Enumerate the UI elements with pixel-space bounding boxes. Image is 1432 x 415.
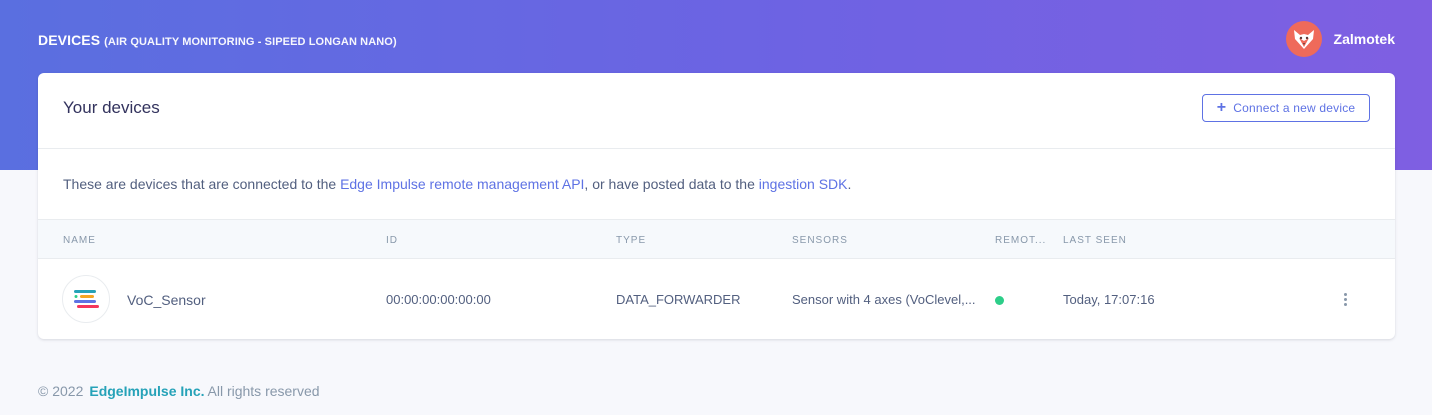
footer-copyright: © 2022 (38, 383, 84, 399)
column-header-last-seen[interactable]: LAST SEEN (1063, 235, 1127, 246)
column-header-name[interactable]: NAME (63, 235, 96, 246)
intro-text: These are devices that are connected to … (38, 149, 1395, 219)
page-subtitle: (AIR QUALITY MONITORING - SIPEED LONGAN … (104, 36, 397, 48)
device-last-seen: Today, 17:07:16 (1063, 292, 1155, 307)
intro-text-3: . (847, 176, 852, 192)
card-header: Your devices + Connect a new device (38, 73, 1395, 149)
footer-company-link[interactable]: EdgeImpulse Inc. (89, 383, 204, 399)
page-title-text: DEVICES (38, 32, 101, 48)
row-menu-icon[interactable] (1339, 287, 1351, 311)
table-header: NAME ID TYPE SENSORS REMOT... LAST SEEN (38, 219, 1395, 259)
devices-card: Your devices + Connect a new device Thes… (38, 73, 1395, 339)
column-header-id[interactable]: ID (386, 235, 398, 246)
card-title: Your devices (63, 98, 160, 117)
remote-status-dot (995, 296, 1004, 305)
user-menu[interactable]: Zalmotek (1285, 21, 1395, 57)
data-forwarder-icon (62, 275, 110, 323)
plus-icon: + (1216, 99, 1227, 116)
connect-device-button[interactable]: + Connect a new device (1202, 94, 1370, 122)
device-sensors: Sensor with 4 axes (VoClevel,... (792, 292, 976, 307)
user-name[interactable]: Zalmotek (1334, 31, 1395, 47)
footer-rights: All rights reserved (207, 383, 320, 399)
column-header-remote[interactable]: REMOT... (995, 235, 1046, 246)
column-header-type[interactable]: TYPE (616, 235, 646, 246)
device-id: 00:00:00:00:00:00 (386, 292, 491, 307)
table-row[interactable]: VoC_Sensor 00:00:00:00:00:00 DATA_FORWAR… (38, 259, 1395, 339)
connect-device-label: Connect a new device (1233, 101, 1356, 115)
fox-avatar-icon[interactable] (1285, 21, 1322, 57)
page-title: DEVICES (AIR QUALITY MONITORING - SIPEED… (38, 32, 397, 48)
ingestion-sdk-link[interactable]: ingestion SDK (759, 176, 848, 192)
device-type: DATA_FORWARDER (616, 292, 741, 307)
column-header-sensors[interactable]: SENSORS (792, 235, 848, 246)
footer: © 2022 EdgeImpulse Inc. All rights reserve… (38, 383, 320, 399)
intro-text-1: These are devices that are connected to … (63, 176, 341, 192)
device-name[interactable]: VoC_Sensor (127, 292, 206, 308)
intro-text-2: , or have posted data to the (584, 176, 759, 192)
remote-management-api-link[interactable]: Edge Impulse remote management API (340, 176, 584, 192)
